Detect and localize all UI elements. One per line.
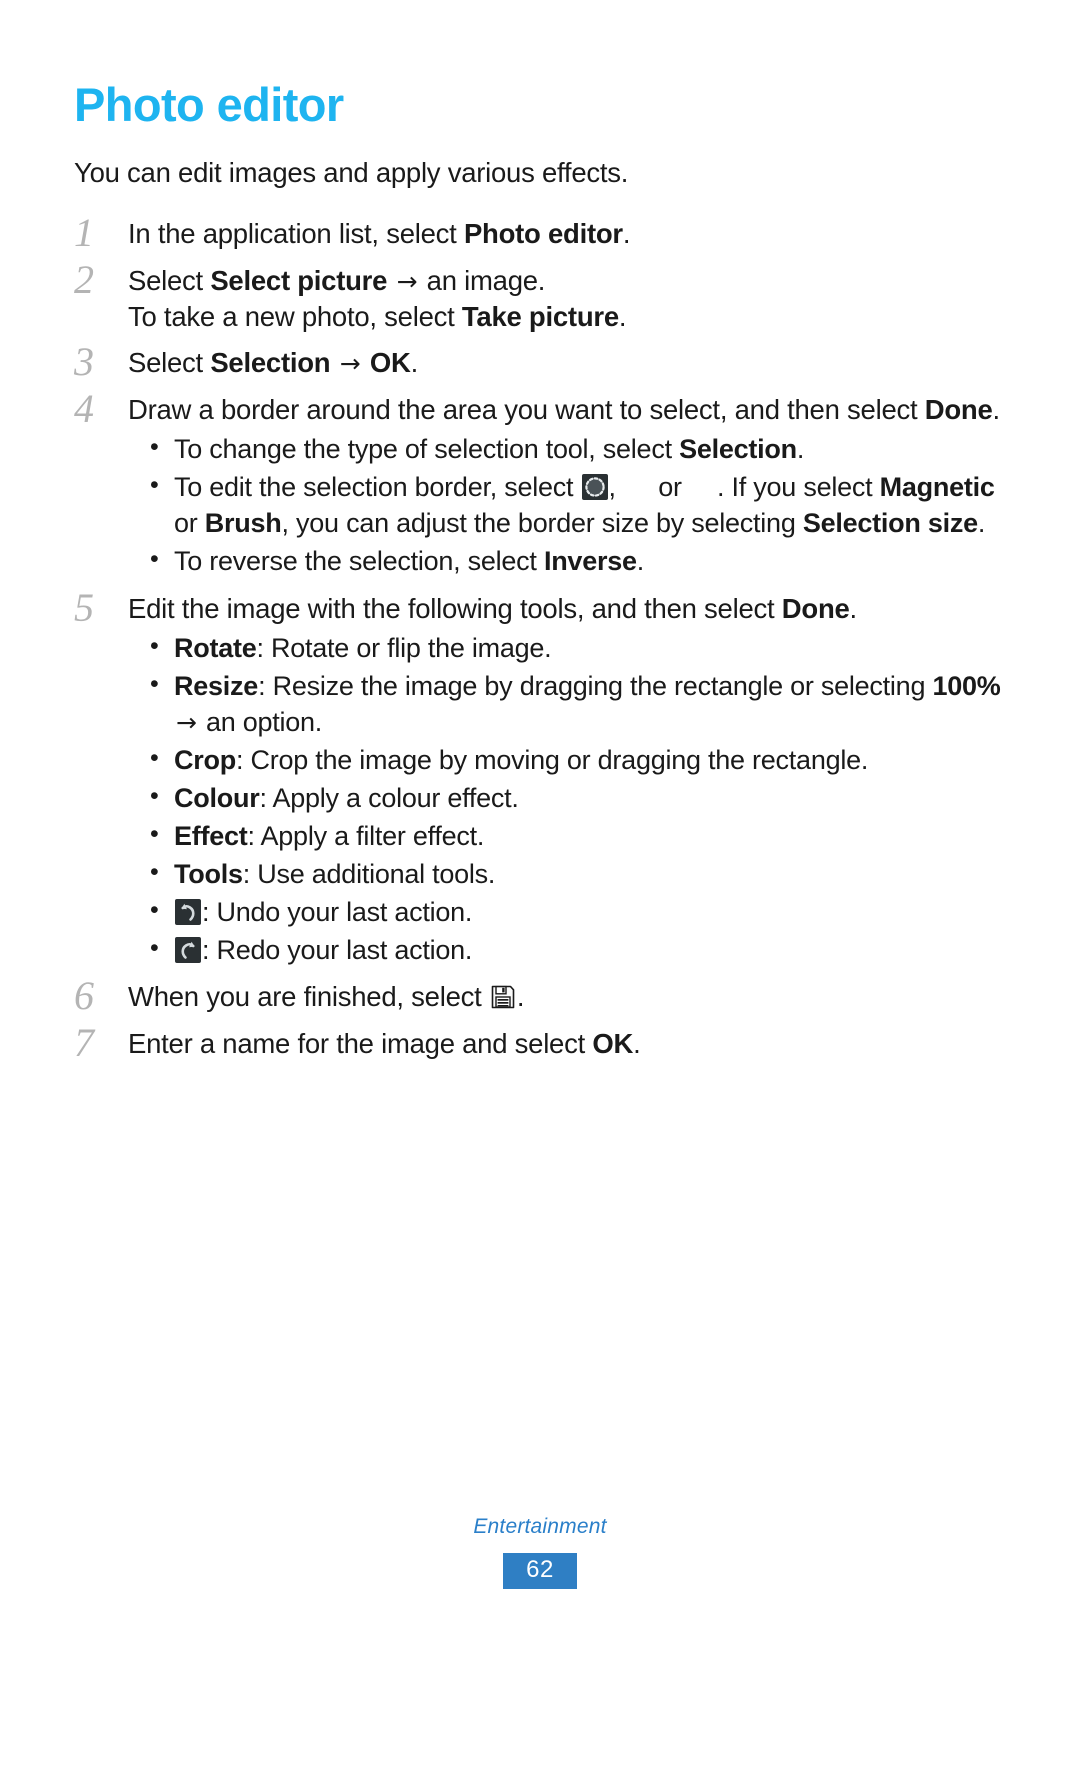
- bullet-item: Rotate: Rotate or flip the image.: [148, 629, 1006, 666]
- step-item: 2 Select Select picture → an image. To tak…: [74, 256, 1006, 336]
- emphasis-text: Colour: [174, 783, 260, 814]
- arrow-glyph: →: [396, 266, 418, 296]
- bullet-item: Colour: Apply a colour effect.: [148, 779, 1006, 816]
- step-bullet-list: Rotate: Rotate or flip the image.Resize:…: [128, 629, 1006, 968]
- step-body: Edit the image with the following tools,…: [128, 588, 1006, 971]
- bullet-item: To edit the selection border, select , o…: [148, 468, 1006, 541]
- emphasis-text: Photo editor: [463, 218, 623, 250]
- step-body: When you are finished, select .: [128, 976, 1006, 1016]
- arrow-glyph: →: [339, 349, 361, 379]
- step-body: Select Selection → OK.: [128, 342, 1006, 382]
- emphasis-text: Magnetic: [879, 472, 995, 503]
- emphasis-text: Brush: [204, 508, 282, 539]
- step-number: 6: [74, 973, 94, 1019]
- step-number: 2: [74, 256, 94, 302]
- emphasis-text: Effect: [174, 821, 248, 852]
- emphasis-text: Done: [781, 592, 850, 624]
- step-body: Draw a border around the area you want t…: [128, 389, 1006, 582]
- bullet-item: Crop: Crop the image by moving or draggi…: [148, 741, 1006, 778]
- page-title: Photo editor: [74, 78, 344, 131]
- step-text-line: When you are finished, select .: [128, 981, 525, 1013]
- bullet-item: : Undo your last action.: [148, 893, 1006, 930]
- bullet-item: To change the type of selection tool, se…: [148, 430, 1006, 467]
- step-text-line: Draw a border around the area you want t…: [128, 393, 1000, 425]
- step-item: 4 Draw a border around the area you want …: [74, 385, 1006, 582]
- emphasis-text: 100%: [932, 671, 1001, 702]
- footer-section-label: Entertainment: [473, 1515, 607, 1538]
- emphasis-text: Selection size: [802, 508, 978, 539]
- redo-icon: [175, 937, 201, 964]
- emphasis-text: Select picture: [210, 264, 388, 296]
- step-item: 1 In the application list, select Photo e…: [74, 210, 1006, 256]
- step-item: 3 Select Selection → OK.: [74, 339, 1006, 385]
- manual-page: Photo editor You can edit images and app…: [0, 0, 1080, 1771]
- blank-icon-1: [624, 474, 650, 500]
- step-body: Select Select picture → an image. To take…: [128, 260, 1006, 336]
- step-text-line: Select Selection → OK.: [128, 347, 418, 379]
- intro-paragraph: You can edit images and apply various ef…: [74, 157, 629, 189]
- undo-icon: [175, 899, 201, 926]
- step-item: 7 Enter a name for the image and select O…: [74, 1020, 1006, 1066]
- step-body: In the application list, select Photo ed…: [128, 213, 1006, 253]
- step-text-line: In the application list, select Photo ed…: [128, 218, 631, 250]
- emphasis-text: Tools: [174, 859, 243, 890]
- step-item: 6 When you are finished, select .: [74, 976, 1006, 1017]
- step-number: 7: [74, 1020, 94, 1066]
- magnetic-selection-icon: [581, 474, 608, 501]
- emphasis-text: Rotate: [174, 633, 257, 664]
- emphasis-text: OK: [369, 347, 411, 379]
- step-number: 3: [74, 339, 94, 385]
- step-number: 1: [74, 210, 94, 256]
- emphasis-text: Done: [924, 393, 993, 425]
- emphasis-text: Selection: [210, 347, 331, 379]
- bullet-item: Effect: Apply a filter effect.: [148, 817, 1006, 854]
- bullet-item: Resize: Resize the image by dragging the…: [148, 667, 1006, 740]
- page-number-badge: 62: [503, 1553, 577, 1589]
- emphasis-text: OK: [592, 1028, 634, 1060]
- arrow-glyph: →: [176, 708, 197, 738]
- emphasis-text: Crop: [174, 745, 236, 776]
- emphasis-text: Take picture: [461, 301, 619, 333]
- page-footer: Entertainment 62: [0, 1515, 1080, 1589]
- step-body: Enter a name for the image and select OK…: [128, 1023, 1006, 1063]
- emphasis-text: Resize: [174, 671, 259, 702]
- step-number: 4: [74, 385, 94, 431]
- step-text-line: Edit the image with the following tools,…: [128, 592, 857, 624]
- steps-list: 1 In the application list, select Photo e…: [74, 210, 1006, 1066]
- bullet-item: To reverse the selection, select Inverse…: [148, 542, 1006, 579]
- bullet-item: : Redo your last action.: [148, 931, 1006, 968]
- emphasis-text: Selection: [679, 434, 797, 465]
- emphasis-text: Inverse: [543, 546, 637, 577]
- step-text-line: Enter a name for the image and select OK…: [128, 1028, 641, 1060]
- save-icon: [490, 984, 516, 1010]
- step-item: 5 Edit the image with the following tools…: [74, 584, 1006, 971]
- step-text-line: To take a new photo, select Take picture…: [128, 301, 627, 333]
- bullet-item: Tools: Use additional tools.: [148, 855, 1006, 892]
- step-text-line: Select Select picture → an image.: [128, 264, 546, 296]
- step-bullet-list: To change the type of selection tool, se…: [128, 430, 1006, 579]
- step-number: 5: [74, 584, 94, 630]
- blank-icon-2: [690, 474, 716, 500]
